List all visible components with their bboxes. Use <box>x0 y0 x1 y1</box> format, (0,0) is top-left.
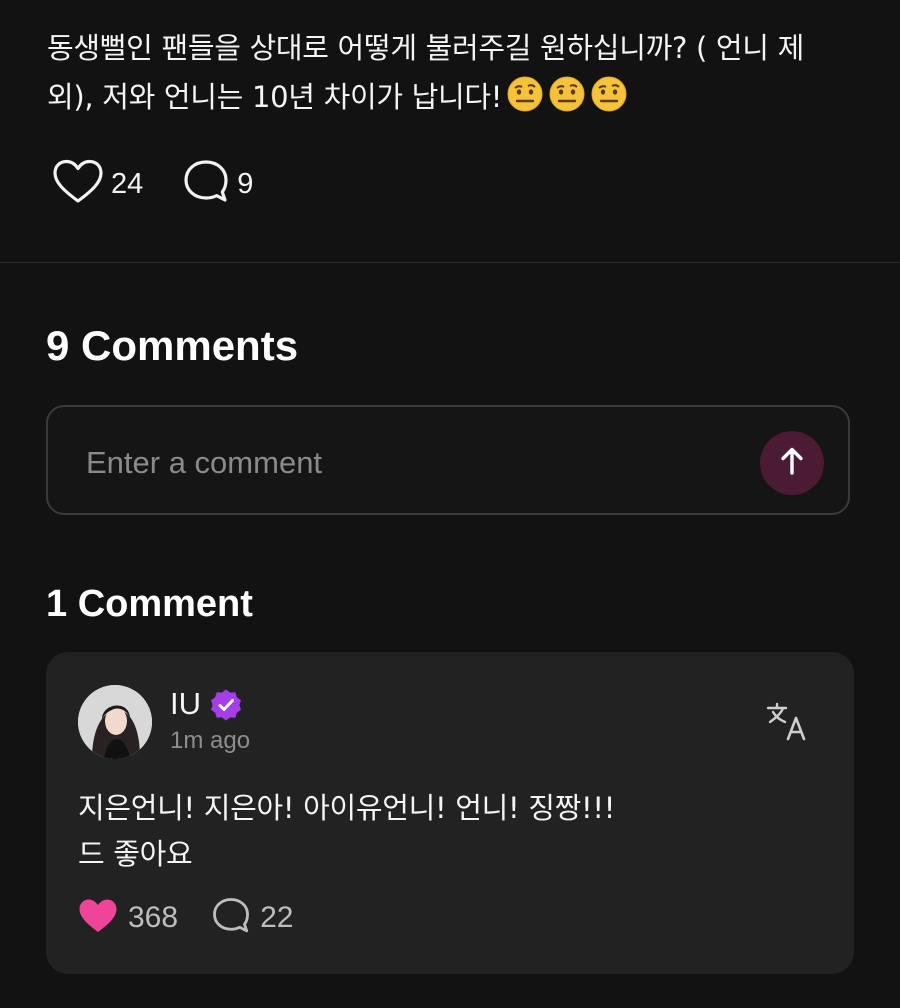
translate-icon <box>766 702 810 746</box>
speech-bubble-icon <box>212 897 250 939</box>
face-with-raised-eyebrow-emoji-icon <box>548 75 586 128</box>
post-like-count: 24 <box>111 167 144 200</box>
comment-reply-count: 22 <box>260 901 294 934</box>
reply-section-heading: 1 Comment <box>46 583 253 625</box>
comment-body: 지은언니! 지은아! 아이유언니! 언니! 징짱!!! 드 좋아요 <box>78 785 818 877</box>
arrow-up-icon <box>778 446 806 480</box>
comments-heading: 9 Comments <box>46 322 299 369</box>
comment-like-count: 368 <box>128 901 179 934</box>
post-like-button[interactable]: 24 <box>53 159 143 209</box>
verified-badge-icon <box>209 688 243 726</box>
avatar[interactable] <box>78 685 152 759</box>
post-detail-page: 동생뻘인 팬들을 상대로 어떻게 불러주길 원하십니까? ( 언니 제외), 저… <box>0 0 900 1008</box>
comment-input[interactable]: Enter a comment <box>46 405 850 515</box>
send-comment-button[interactable] <box>760 431 824 495</box>
face-with-raised-eyebrow-emoji-icon <box>590 75 628 128</box>
comment-body-line: 드 좋아요 <box>78 837 193 871</box>
heart-filled-icon <box>78 898 118 938</box>
comment-card: IU 1m ago 지은언니! 지은아! 아이유언니! 언니! 징짱!!! 드 … <box>46 652 854 974</box>
face-with-raised-eyebrow-emoji-icon <box>506 75 544 128</box>
post-text: 동생뻘인 팬들을 상대로 어떻게 불러주길 원하십니까? ( 언니 제외), 저… <box>47 24 847 128</box>
post-comment-count: 9 <box>237 167 254 200</box>
heart-outline-icon <box>53 159 103 209</box>
section-divider <box>0 262 900 263</box>
post-actions: 24 9 <box>53 159 253 209</box>
comment-timestamp: 1m ago <box>170 727 251 754</box>
comment-actions: 368 22 <box>78 897 293 939</box>
post-text-content: 동생뻘인 팬들을 상대로 어떻게 불러주길 원하십니까? ( 언니 제외), 저… <box>47 31 804 114</box>
post-comment-button[interactable]: 9 <box>183 159 253 209</box>
comment-like-button[interactable]: 368 <box>78 898 178 938</box>
translate-button[interactable] <box>766 702 810 742</box>
comment-body-line: 지은언니! 지은아! 아이유언니! 언니! 징짱!!! <box>78 791 616 825</box>
comment-reply-button[interactable]: 22 <box>212 897 293 939</box>
comment-input-placeholder: Enter a comment <box>86 445 323 480</box>
speech-bubble-icon <box>183 159 229 209</box>
author-name[interactable]: IU <box>170 686 201 722</box>
